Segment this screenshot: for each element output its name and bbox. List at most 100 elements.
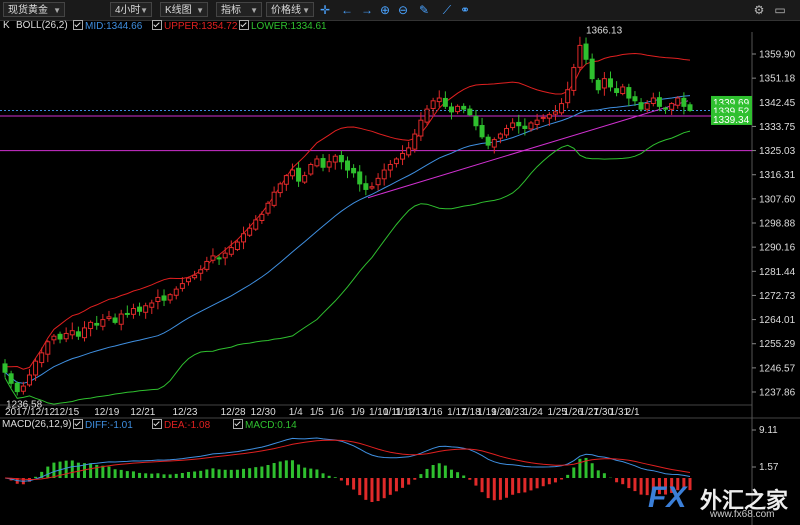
candle-body	[289, 169, 295, 177]
candle-body	[130, 308, 136, 315]
candle-body	[638, 102, 644, 110]
x-tick-label: 12/28	[221, 407, 246, 418]
candle-body	[271, 191, 277, 206]
candle-body	[522, 125, 528, 130]
candle-body	[473, 115, 479, 127]
boll-mid-line	[4, 95, 691, 384]
candle-body	[467, 108, 473, 116]
x-tick-label: 12/19	[94, 407, 119, 418]
watermark-fx: FX	[648, 481, 687, 514]
candle-body	[626, 87, 632, 99]
candle-body	[540, 116, 546, 119]
candle-body	[192, 274, 198, 279]
candle-body	[112, 317, 118, 323]
candle-body	[675, 97, 681, 106]
candle-body	[277, 183, 283, 194]
candle-body	[601, 78, 607, 89]
watermark-url: www.fx68.com	[710, 509, 775, 520]
y-tick-label: 1281.44	[759, 267, 796, 278]
y-tick-label: 1272.73	[759, 291, 796, 302]
x-tick-label: 2/1	[626, 407, 640, 418]
macd-y-label: 1.57	[759, 462, 779, 473]
x-tick-label: 1/6	[330, 407, 344, 418]
candle-body	[559, 103, 565, 114]
watermark-logo: FX 外汇之家 www.fx68.com	[646, 481, 796, 523]
candle-body	[448, 106, 454, 113]
candle-body	[479, 125, 485, 138]
low-label: 1236.58	[6, 400, 43, 411]
y-tick-label: 1255.29	[759, 339, 796, 350]
x-tick-label: 12/23	[172, 407, 197, 418]
boll-upper-line	[5, 52, 691, 370]
candle-body	[656, 97, 662, 107]
price-tag-label: 1339.34	[713, 115, 750, 126]
candle-body	[155, 296, 161, 302]
x-tick-label: 1/23	[505, 407, 525, 418]
candle-body	[320, 158, 326, 168]
candle-body	[222, 252, 228, 259]
candle-body	[149, 302, 155, 308]
candle-body	[418, 119, 424, 137]
y-tick-label: 1325.03	[759, 146, 796, 157]
candle-body	[406, 147, 412, 156]
candle-body	[571, 67, 577, 91]
candle-body	[400, 152, 406, 160]
candle-body	[583, 43, 589, 60]
candle-body	[650, 97, 656, 104]
candle-body	[534, 119, 540, 125]
y-tick-label: 1264.01	[759, 315, 796, 326]
x-tick-label: 1/16	[423, 407, 443, 418]
candle-body	[614, 88, 620, 93]
candle-body	[265, 202, 271, 214]
candle-body	[33, 360, 39, 376]
y-tick-label: 1359.90	[759, 50, 796, 61]
candle-body	[485, 136, 491, 146]
candle-body	[345, 160, 350, 171]
candle-body	[57, 333, 63, 340]
candle-body	[607, 78, 613, 88]
candle-body	[546, 114, 552, 119]
candle-body	[497, 133, 503, 139]
candle-body	[663, 107, 669, 110]
y-tick-label: 1290.16	[759, 243, 796, 254]
candle-body	[430, 100, 436, 109]
candle-body	[632, 96, 638, 102]
candle-body	[595, 79, 601, 91]
candle-body	[106, 316, 112, 320]
candle-body	[516, 121, 522, 127]
candle-body	[20, 385, 26, 392]
price-chart[interactable]: 1359.90 1351.18 1333.75 1325.03 1316.31 1307.…	[0, 0, 800, 525]
candle-body	[393, 158, 399, 165]
candle-body	[161, 295, 167, 301]
candle-body	[455, 105, 461, 113]
candle-body	[669, 103, 675, 110]
candle-body	[45, 341, 51, 355]
candle-body	[687, 104, 693, 111]
x-tick-label: 1/4	[289, 407, 303, 418]
candle-body	[351, 167, 357, 174]
candle-body	[143, 305, 149, 313]
candle-body	[118, 313, 124, 325]
candle-body	[363, 183, 369, 190]
y-tick-label: 1316.31	[759, 170, 796, 181]
candle-body	[565, 89, 571, 104]
candle-body	[75, 331, 81, 337]
candle-body	[338, 155, 344, 163]
candle-body	[528, 122, 534, 130]
candle-body	[82, 327, 88, 339]
y-tick-label: 1246.57	[759, 363, 796, 374]
candle-body	[51, 335, 57, 341]
macd-y-label: 9.11	[759, 425, 778, 436]
x-tick-label: 1/24	[523, 407, 543, 418]
candle-body	[26, 374, 32, 386]
candle-body	[589, 58, 595, 80]
candle-body	[198, 269, 204, 274]
candle-body	[552, 111, 558, 115]
candle-body	[2, 363, 8, 373]
candle-body	[442, 97, 448, 107]
candle-body	[424, 108, 430, 123]
candle-body	[63, 332, 69, 340]
candle-body	[357, 171, 363, 185]
candle-body	[387, 164, 393, 171]
candle-body	[234, 241, 240, 251]
